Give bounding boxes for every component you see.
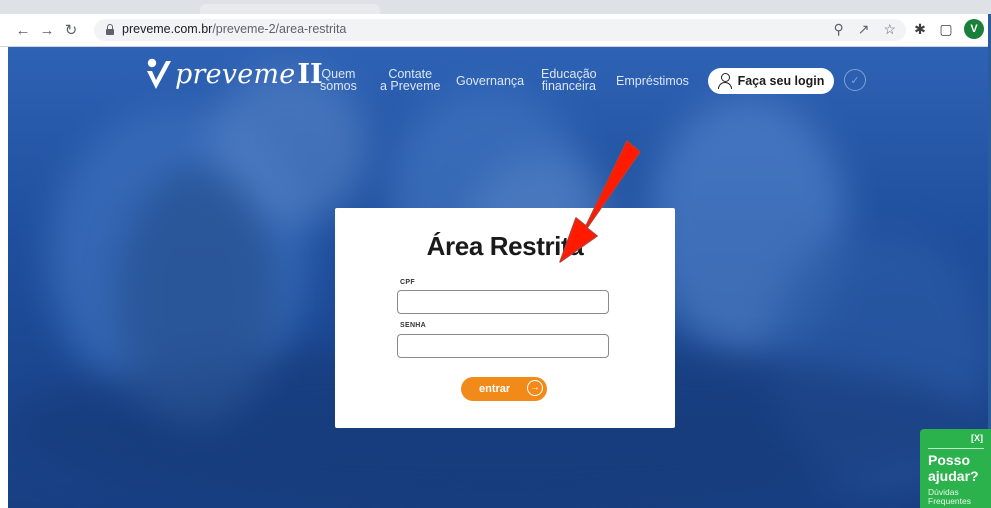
browser-toolbar: ← → ↻ preveme.com.br/preveme-2/area-rest… <box>0 14 991 47</box>
bookmark-star-icon[interactable]: ☆ <box>883 21 896 38</box>
address-bar[interactable]: preveme.com.br/preveme-2/area-restrita ⚲… <box>94 19 906 41</box>
divider <box>928 448 984 449</box>
nav-quem-somos[interactable]: Quem somos <box>320 68 357 93</box>
nav-line: somos <box>320 79 357 93</box>
login-card: Área Restrita CPF SENHA entrar → <box>335 208 675 428</box>
help-widget-title: Posso ajudar? <box>928 452 979 484</box>
help-widget-subtitle: Dúvidas Frequentes <box>928 488 971 506</box>
logo-roman-numeral: II <box>297 58 323 90</box>
nav-governanca[interactable]: Governança <box>456 74 525 88</box>
arrow-right-icon: → <box>527 380 543 396</box>
side-panel-icon[interactable]: ▢ <box>938 21 954 37</box>
cpf-label: CPF <box>400 279 415 286</box>
logo-text: preveme <box>175 58 296 90</box>
back-arrow-icon[interactable]: ← <box>14 21 32 39</box>
password-input[interactable] <box>397 334 609 358</box>
browser-tab-strip <box>0 0 991 14</box>
submit-button[interactable]: entrar → <box>461 377 547 401</box>
hero-background: preveme II Quem somos Contate a Preveme … <box>8 47 988 508</box>
page-title: Área Restrita <box>426 231 584 261</box>
login-button-label: Faça seu login <box>737 74 825 88</box>
help-sub-line: Frequentes <box>928 496 971 506</box>
extensions-puzzle-icon[interactable]: ✱ <box>912 21 928 37</box>
close-icon[interactable]: [X] <box>971 433 983 443</box>
nav-educacao-financeira[interactable]: Educação financeira <box>541 68 597 93</box>
logo-check-icon <box>145 57 173 91</box>
accessibility-icon[interactable]: ✓ <box>844 69 866 91</box>
submit-label: entrar <box>479 383 511 395</box>
profile-avatar[interactable]: V <box>964 19 984 39</box>
help-widget[interactable]: [X] Posso ajudar? Dúvidas Frequentes <box>920 429 991 508</box>
lock-icon[interactable] <box>106 24 114 35</box>
url-host: preveme.com.br <box>122 22 213 36</box>
url-path: /preveme-2/area-restrita <box>212 22 347 36</box>
nav-line: Empréstimos <box>616 74 689 88</box>
nav-line: a Preveme <box>380 79 441 93</box>
login-button[interactable]: Faça seu login <box>708 68 834 94</box>
user-icon <box>717 73 732 89</box>
site-logo[interactable]: preveme II <box>145 57 323 91</box>
password-label: SENHA <box>400 322 427 329</box>
help-title-line: Posso <box>928 452 971 468</box>
window-left-edge <box>0 47 8 508</box>
url-text[interactable]: preveme.com.br/preveme-2/area-restrita <box>122 22 346 36</box>
nav-emprestimos[interactable]: Empréstimos <box>616 74 689 88</box>
zoom-icon[interactable]: ⚲ <box>833 21 843 38</box>
nav-contate[interactable]: Contate a Preveme <box>380 68 441 93</box>
reload-icon[interactable]: ↻ <box>62 21 80 39</box>
cpf-input[interactable] <box>397 290 609 314</box>
nav-line: financeira <box>541 79 596 93</box>
share-icon[interactable]: ↗ <box>858 21 870 38</box>
nav-line: Governança <box>456 74 525 88</box>
active-tab[interactable] <box>200 4 380 14</box>
forward-arrow-icon[interactable]: → <box>38 21 56 39</box>
help-title-line: ajudar? <box>928 468 979 484</box>
